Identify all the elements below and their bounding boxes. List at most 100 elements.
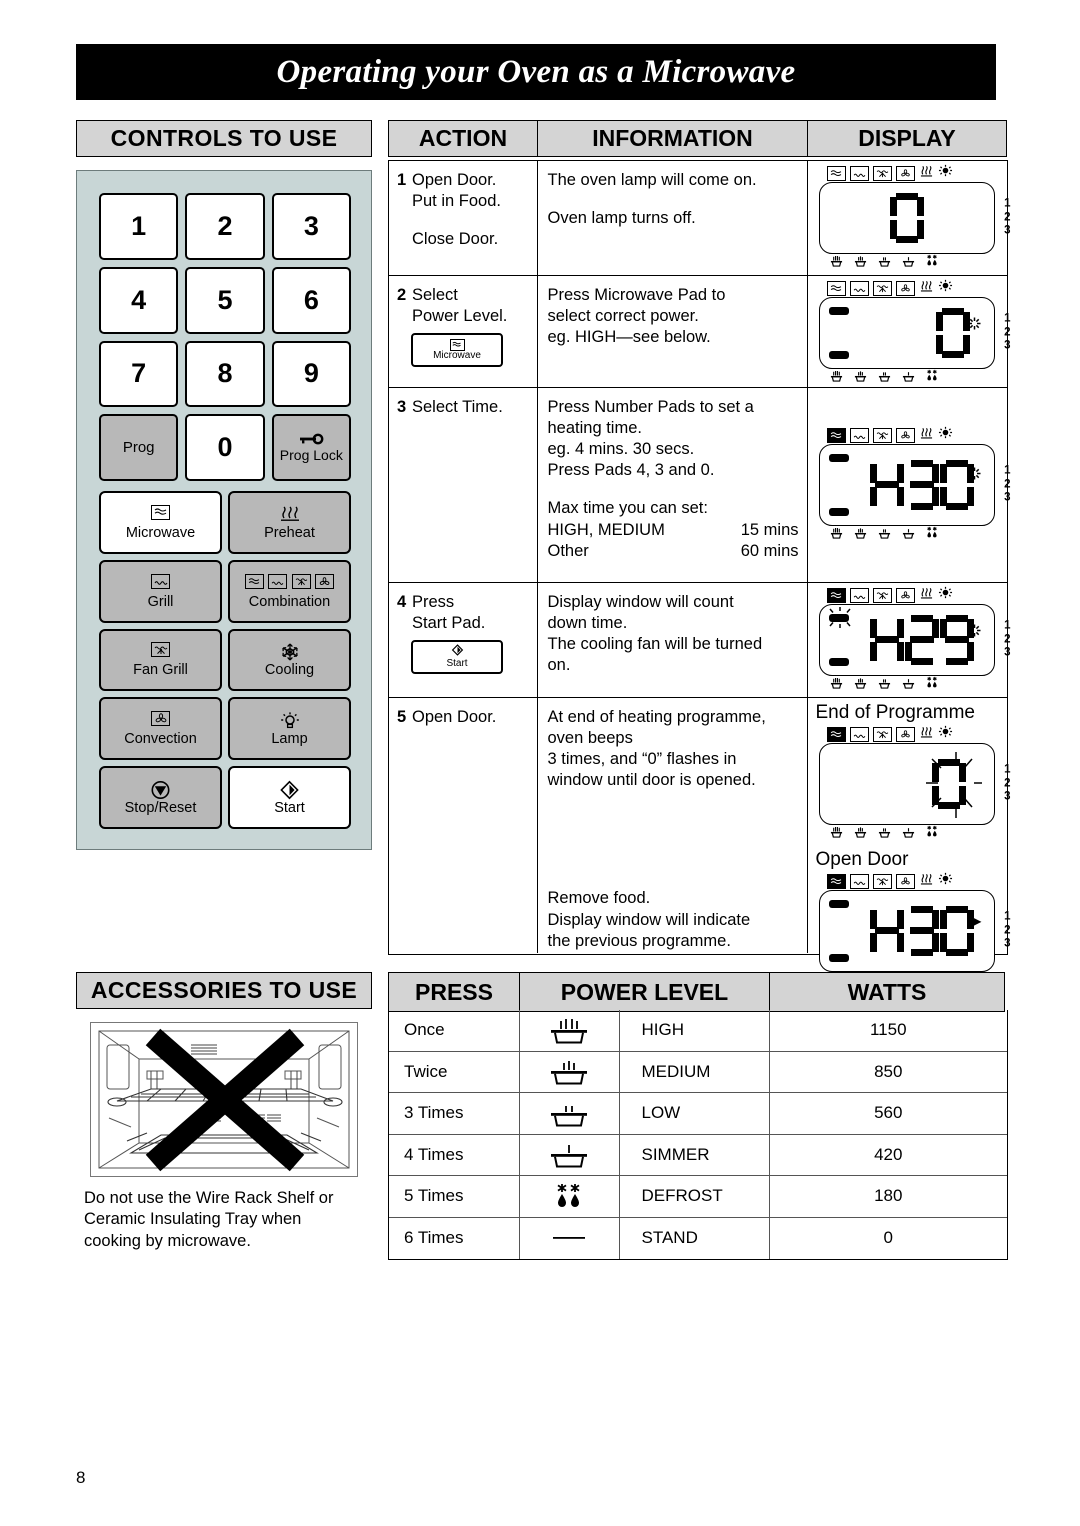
header-display: DISPLAY [807,120,1007,157]
key-6[interactable]: 6 [271,266,351,334]
accessories-to-use-heading: ACCESSORIES TO USE [76,972,372,1009]
pot-4-steam-icon [520,1010,620,1051]
lcd-lamp-icon [938,426,953,445]
step-3-action: 3 Select Time. [389,388,538,582]
lcd-pot-3-steam-icon [853,825,868,843]
lcd-preheat-icon [919,165,934,183]
lcd-digits [869,460,974,510]
step-3-info-line-4: Press Pads 4, 3 and 0. [547,461,715,480]
convection-fan-icon [151,711,170,731]
lcd-fan-grill-icon [872,727,892,742]
key-4[interactable]: 4 [99,266,179,334]
button-microwave[interactable]: Microwave [99,491,222,554]
lcd-lamp-icon [938,725,953,744]
step-5-display: End of Programme 1 2 3 Open Door ▶ 1 2 3 [808,698,1011,985]
header-press-label: PRESS [415,978,493,1005]
power-watts-2: 850 [874,1061,903,1081]
key-3[interactable]: 3 [271,193,351,260]
lcd-defrost-icon [925,526,939,544]
pot-3-steam-icon [520,1051,620,1092]
key-7-label: 7 [131,358,147,389]
key-prog-lock-label: Prog Lock [279,446,343,463]
button-fan-grill[interactable]: Fan Grill [99,628,222,692]
lcd-preheat-icon [919,280,934,298]
key-0[interactable]: 0 [185,414,265,481]
step-5-action: 5 Open Door. [389,698,538,953]
power-watts-1: 1150 [869,1020,907,1040]
lcd-power-icons [819,526,995,543]
inline-microwave-button[interactable]: Microwave [411,333,503,368]
button-preheat[interactable]: Preheat [228,491,351,554]
step-2-information: Press Microwave Pad to select correct po… [538,276,808,387]
lcd-window: 1 2 3 [818,604,1011,676]
key-7[interactable]: 7 [99,340,179,408]
lcd-stage-3: 3 [1004,646,1011,659]
lcd-power-icons [819,676,995,693]
button-stop-reset[interactable]: Stop/Reset [99,766,222,829]
step-3-info-line-2: heating time. [547,419,642,438]
lcd-window: 1 2 3 [818,182,1011,254]
lcd-flash-marker-icon [967,623,982,641]
key-8-label: 8 [217,358,233,389]
button-grill[interactable]: Grill [99,559,222,623]
step-5-info2-line-1: Remove food. [547,889,651,908]
lcd-indicator-dash-bottom [828,658,849,666]
seven-seg-digit-4 [869,615,904,665]
inline-start-button[interactable]: Start [411,640,503,675]
button-combination-label: Combination [248,593,331,610]
key-2[interactable]: 2 [185,193,265,260]
lcd-stage-1: 1 [1004,910,1011,923]
key-2-label: 2 [217,210,233,241]
step-2-action-line-2: Power Level. [412,307,508,326]
lcd-lamp-icon [938,164,953,183]
lcd-preheat-icon [919,873,934,891]
lcd-pot-1-steam-icon [901,254,916,272]
lcd-display: 1 2 3 [818,279,1011,387]
key-5-label: 5 [217,284,233,315]
button-convection[interactable]: Convection [99,697,222,761]
step-4-action-line-1: Press [412,593,455,611]
seven-seg-digit-0 [939,906,974,956]
lcd-pot-3-steam-icon [853,369,868,387]
lcd-digits [889,193,924,243]
header-power-level-label: POWER LEVEL [560,978,729,1005]
key-5[interactable]: 5 [185,266,265,334]
steps-table-header-row: ACTION INFORMATION DISPLAY [388,120,1008,157]
open-door-caption: Open Door [815,849,909,870]
button-combination[interactable]: Combination [228,559,351,623]
step-3-max-row-1: HIGH, MEDIUM 15 mins [548,520,799,541]
button-cooling[interactable]: Cooling [228,628,351,692]
start-diamond-icon [279,780,300,800]
step-3-action-line-1: Select Time. [412,398,503,416]
lcd-stage-3: 3 [1004,491,1011,504]
button-lamp-label: Lamp [271,731,308,748]
key-8[interactable]: 8 [185,340,265,408]
button-start[interactable]: Start [228,766,351,829]
lcd-preheat-icon [919,587,934,605]
lcd-window: ▶ 1 2 3 [818,890,1011,972]
lcd-convection-icon [895,588,915,603]
lcd-indicator-dash-top [828,900,849,908]
header-watts-label: WATTS [847,978,927,1005]
step-2-display: 1 2 3 [808,276,1011,387]
power-watts-6: 0 [883,1228,893,1248]
table-row: 1 Open Door. Put in Food. Close Door. The… [389,161,1011,276]
key-1[interactable]: 1 [99,193,179,260]
lcd-stage-numbers: 1 2 3 [1004,620,1010,661]
button-lamp[interactable]: Lamp [228,697,351,761]
lcd-stage-1: 1 [1004,619,1011,632]
lcd-mode-icons [819,725,995,744]
step-3-number: 3 [397,398,407,416]
step-5-info2-line-3: the previous programme. [547,931,731,950]
inline-start-button-label: Start [446,658,468,670]
power-press-4: 4 Times [389,1134,520,1175]
table-row: 3 Select Time. Press Number Pads to set a… [389,388,1011,583]
power-press-5: 5 Times [389,1176,520,1217]
lcd-mode-icons [819,586,995,605]
key-9[interactable]: 9 [271,340,351,408]
lcd-microwave-icon [826,281,846,296]
oven-cavity-illustration [90,1022,358,1177]
key-prog[interactable]: Prog [99,414,179,481]
power-level-1: HIGH [620,1010,770,1051]
key-prog-lock[interactable]: Prog Lock [271,414,351,481]
